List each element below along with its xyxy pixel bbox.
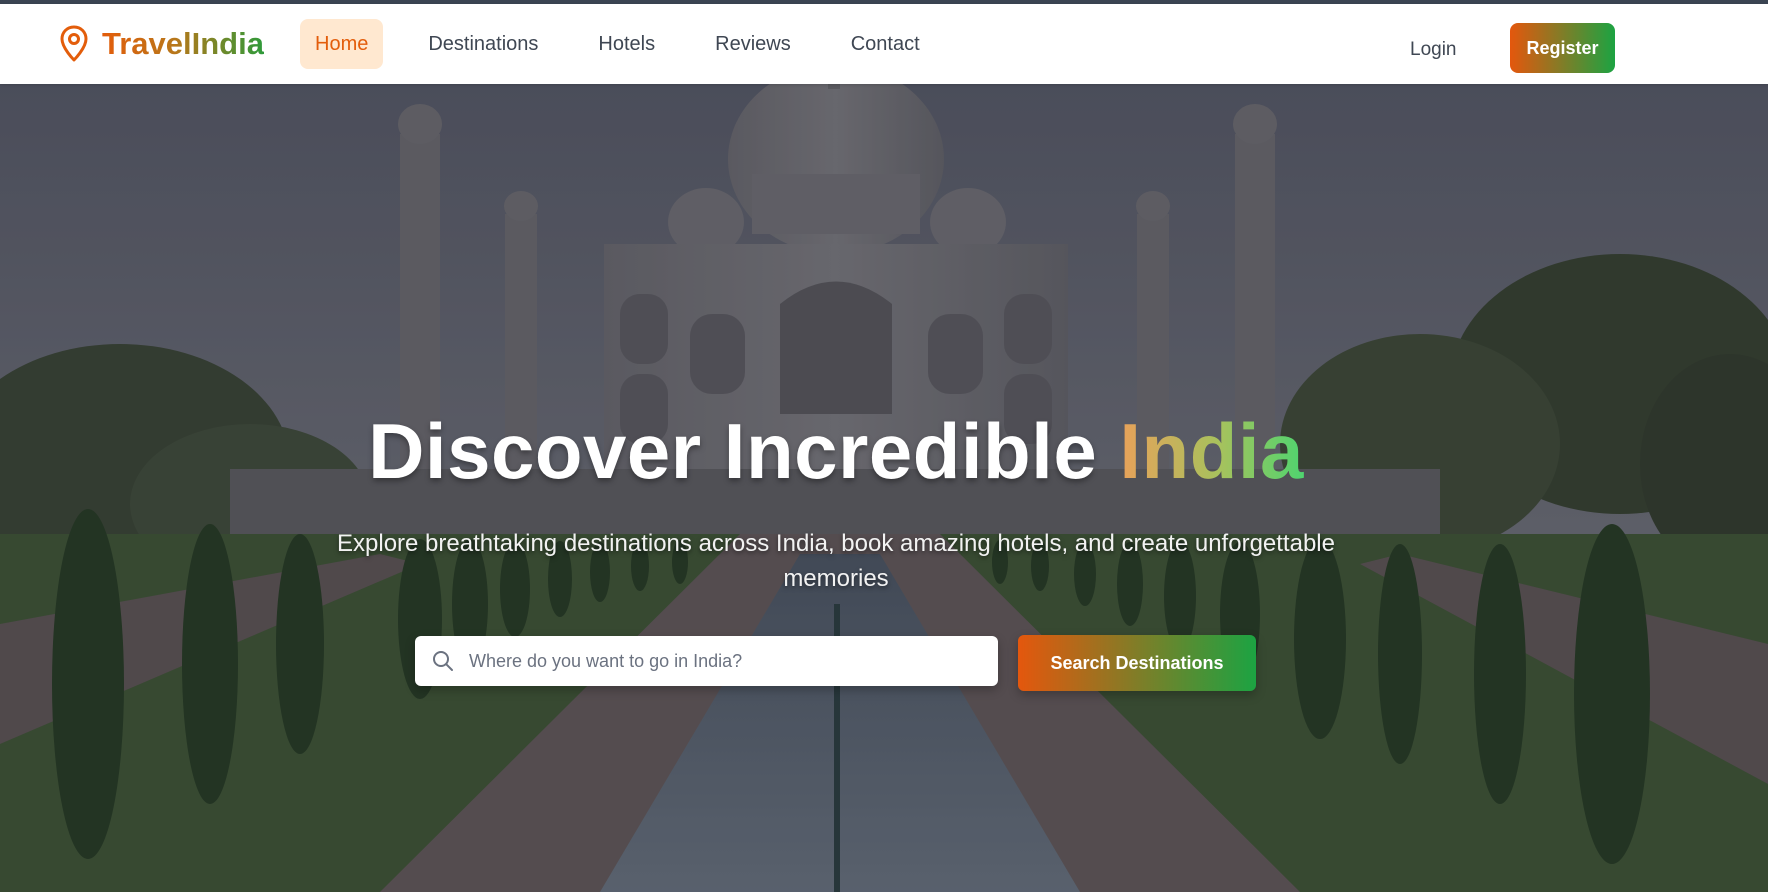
nav-contact[interactable]: Contact (836, 19, 935, 69)
nav-reviews[interactable]: Reviews (700, 19, 806, 69)
nav-destinations[interactable]: Destinations (413, 19, 553, 69)
search-input[interactable] (467, 649, 998, 673)
brand-logo[interactable]: TravelIndia (58, 24, 264, 64)
hero-section: Discover Incredible India Explore breath… (0, 84, 1768, 892)
navbar: TravelIndia Home Destinations Hotels Rev… (0, 4, 1768, 84)
hero-title-main: Discover Incredible (368, 407, 1120, 495)
brand-name: TravelIndia (102, 26, 264, 61)
login-link[interactable]: Login (1410, 30, 1457, 70)
main-nav: Home Destinations Hotels Reviews Contact (300, 19, 935, 69)
search-destinations-button[interactable]: Search Destinations (1018, 635, 1256, 691)
search-box (415, 636, 998, 686)
register-button[interactable]: Register (1510, 23, 1615, 73)
nav-home[interactable]: Home (300, 19, 384, 69)
hero-title: Discover Incredible India (0, 406, 1672, 497)
hero-subtitle: Explore breathtaking destinations across… (337, 530, 1335, 592)
search-icon (433, 651, 453, 671)
hero-title-accent: India (1119, 407, 1304, 495)
map-pin-icon (60, 25, 88, 62)
nav-hotels[interactable]: Hotels (583, 19, 670, 69)
